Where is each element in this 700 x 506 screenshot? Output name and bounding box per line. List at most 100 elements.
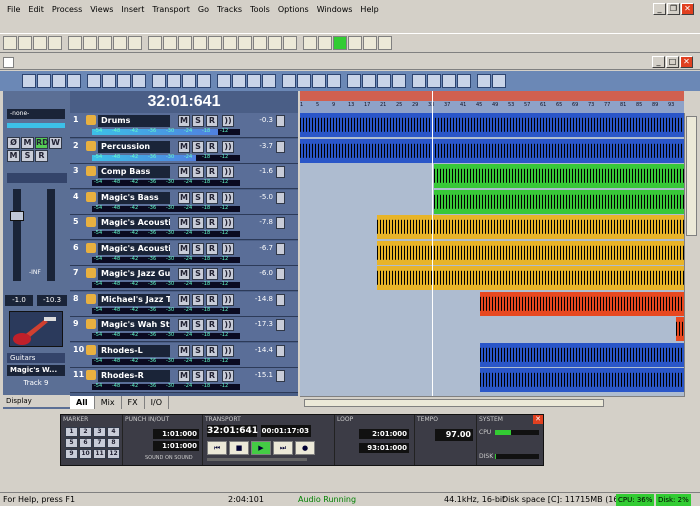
- track-row[interactable]: 5 Magic's Acoustic M S R)) -7.8 -54 -48 -42 -36 -3…: [70, 215, 298, 240]
- horizontal-scrollbar[interactable]: [300, 396, 684, 409]
- tempo-icon[interactable]: [223, 36, 237, 50]
- markers-icon[interactable]: [268, 36, 282, 50]
- marker-button[interactable]: 4: [107, 427, 120, 437]
- help-icon[interactable]: [128, 36, 142, 50]
- grid-tool-icon[interactable]: [117, 74, 131, 88]
- video-icon[interactable]: [253, 36, 267, 50]
- track-row[interactable]: 8 Michael's Jazz Te M S R)) -14.8 -54 -48 -42 -36…: [70, 291, 298, 317]
- marker-button[interactable]: 8: [107, 438, 120, 448]
- track-row[interactable]: 10 Rhodes-L M S R)) -14.4 -54 -48 -42 -36 -30 -24 -1…: [70, 342, 298, 368]
- grid-tool-icon[interactable]: [457, 74, 471, 88]
- track-r-button[interactable]: R: [206, 268, 218, 280]
- track-input-echo-button[interactable]: )): [222, 319, 234, 331]
- menu-file[interactable]: File: [3, 0, 24, 19]
- doc-minimize-button[interactable]: _: [652, 56, 665, 68]
- track-s-button[interactable]: S: [192, 166, 204, 178]
- vertical-scrollbar[interactable]: [684, 113, 698, 397]
- inspector-button-1[interactable]: M: [21, 137, 34, 149]
- position-slider[interactable]: [207, 458, 307, 461]
- draw-tool-icon[interactable]: [152, 74, 166, 88]
- paste-icon[interactable]: [83, 36, 97, 50]
- menu-insert[interactable]: Insert: [117, 0, 148, 19]
- track-name[interactable]: Magic's Acoustic: [98, 242, 170, 255]
- control-bar-close-icon[interactable]: ✕: [533, 415, 543, 424]
- select-tool-icon[interactable]: [477, 74, 491, 88]
- track-r-button[interactable]: R: [206, 115, 218, 127]
- audio-clip[interactable]: [480, 291, 684, 316]
- marker-button[interactable]: 7: [93, 438, 106, 448]
- save-icon[interactable]: [33, 36, 47, 50]
- undo-icon[interactable]: [98, 36, 112, 50]
- track-r-button[interactable]: R: [206, 191, 218, 204]
- track-row[interactable]: 2 Percussion M S R)) -3.7 -54 -48 -42 -36 -30 -24 -1…: [70, 138, 298, 164]
- menu-help[interactable]: Help: [356, 0, 382, 19]
- open-icon[interactable]: [18, 36, 32, 50]
- track-name[interactable]: Michael's Jazz Te: [98, 293, 170, 306]
- close-button[interactable]: ✕: [681, 3, 694, 15]
- marker-button[interactable]: 10: [79, 449, 92, 459]
- volume-fader-handle[interactable]: [10, 211, 24, 221]
- audio-clip[interactable]: [480, 342, 684, 367]
- tab-fx[interactable]: FX: [122, 396, 145, 409]
- zoom-tool-icon[interactable]: [312, 74, 326, 88]
- inspector-button-2[interactable]: RD: [35, 137, 49, 149]
- erase-tool-icon[interactable]: [52, 74, 66, 88]
- mixer-icon[interactable]: [148, 36, 162, 50]
- draw-tool-icon[interactable]: [37, 74, 51, 88]
- loop-view-icon[interactable]: [178, 36, 192, 50]
- marker-button[interactable]: 11: [93, 449, 106, 459]
- new-icon[interactable]: [3, 36, 17, 50]
- track-fx-icon[interactable]: [276, 191, 285, 204]
- display-button[interactable]: Display: [3, 395, 70, 407]
- track-input-echo-button[interactable]: )): [222, 115, 234, 127]
- track-row[interactable]: 6 Magic's Acoustic M S R)) -6.7 -54 -48 -42 -36 -3…: [70, 240, 298, 266]
- scrub-tool-icon[interactable]: [182, 74, 196, 88]
- audio-clip[interactable]: [434, 164, 684, 188]
- track-fx-icon[interactable]: [276, 319, 285, 331]
- audio-clip[interactable]: [434, 189, 684, 214]
- hscroll-thumb[interactable]: [304, 399, 604, 407]
- track-m-button[interactable]: M: [178, 140, 190, 153]
- track-row[interactable]: 9Magic's Wah StraMSR))-17.3-54-48-42-36-…: [70, 317, 298, 342]
- snap-tool-icon[interactable]: [327, 74, 341, 88]
- record-icon[interactable]: [363, 36, 377, 50]
- track-m-button[interactable]: M: [178, 217, 190, 229]
- punch-in-time[interactable]: 1:01:000: [153, 429, 199, 439]
- punch-out-time[interactable]: 1:01:000: [153, 441, 199, 451]
- scrub-tool-icon[interactable]: [412, 74, 426, 88]
- forward-button[interactable]: ⏭: [273, 441, 293, 455]
- erase-tool-icon[interactable]: [282, 74, 296, 88]
- track-row[interactable]: 4 Magic's Bass M S R)) -5.0 -54 -48 -42 -36 -30 -24…: [70, 189, 298, 215]
- stop-icon[interactable]: [318, 36, 332, 50]
- track-row[interactable]: 11 Rhodes-R M S R)) -15.1 -54 -48 -42 -36 -30 -24 -1…: [70, 368, 298, 393]
- track-r-button[interactable]: R: [206, 293, 218, 306]
- track-name[interactable]: Magic's Bass: [98, 191, 170, 204]
- track-m-button[interactable]: M: [178, 293, 190, 306]
- marker-button[interactable]: 12: [107, 449, 120, 459]
- track-s-button[interactable]: S: [192, 140, 204, 153]
- audio-clip[interactable]: [676, 317, 684, 341]
- track-m-button[interactable]: M: [178, 370, 190, 382]
- track-s-button[interactable]: S: [192, 217, 204, 229]
- punch-mode[interactable]: SOUND ON SOUND: [145, 455, 193, 461]
- zoom-tool-icon[interactable]: [427, 74, 441, 88]
- track-name[interactable]: Magic's Acoustic: [98, 217, 170, 229]
- preset-select[interactable]: -none-: [7, 109, 65, 119]
- erase-tool-icon[interactable]: [392, 74, 406, 88]
- track-fx-icon[interactable]: [276, 344, 285, 357]
- track-name[interactable]: Magic's Wah Stra: [98, 319, 170, 331]
- snap-tool-icon[interactable]: [217, 74, 231, 88]
- zoom-tool-icon[interactable]: [87, 74, 101, 88]
- event-list-icon[interactable]: [193, 36, 207, 50]
- track-r-button[interactable]: R: [206, 242, 218, 255]
- track-fx-icon[interactable]: [276, 140, 285, 153]
- loop-start[interactable]: 2:01:000: [359, 429, 409, 439]
- marker-button[interactable]: 9: [65, 449, 78, 459]
- track-r-button[interactable]: R: [206, 166, 218, 178]
- play-icon[interactable]: [333, 36, 347, 50]
- record-button[interactable]: ●: [295, 441, 315, 455]
- track-name[interactable]: Comp Bass: [98, 166, 170, 178]
- track-s-button[interactable]: S: [192, 344, 204, 357]
- rewind-button[interactable]: ⏮: [207, 441, 227, 455]
- track-fx-icon[interactable]: [276, 242, 285, 255]
